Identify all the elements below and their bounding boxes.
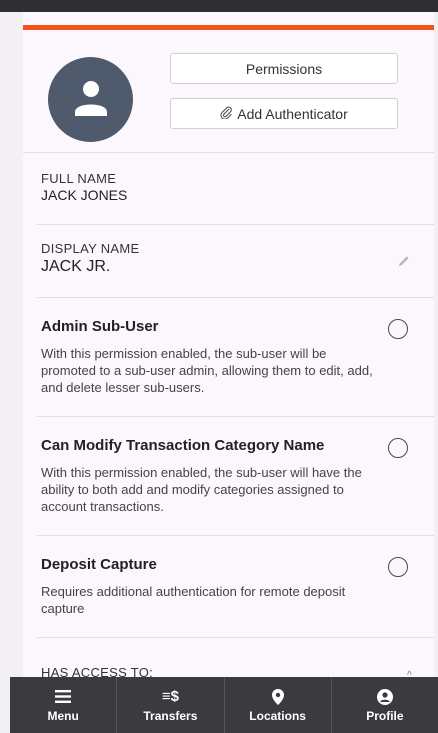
divider: [23, 152, 434, 153]
paperclip-icon: [220, 106, 233, 122]
permission-title: Deposit Capture: [41, 556, 157, 573]
nav-item-profile[interactable]: Profile: [332, 677, 438, 733]
add-authenticator-label: Add Authenticator: [237, 105, 348, 122]
nav-label: Profile: [366, 708, 404, 723]
divider: [37, 224, 434, 225]
divider: [37, 637, 434, 638]
menu-icon: [55, 688, 72, 706]
divider: [37, 535, 434, 536]
nav-item-transfers[interactable]: ≡$ Transfers: [117, 677, 225, 733]
permission-toggle-radio[interactable]: [388, 438, 408, 458]
full-name-value: JACK JONES: [41, 187, 128, 203]
permission-title: Can Modify Transaction Category Name: [41, 437, 325, 454]
permission-description: With this permission enabled, the sub-us…: [41, 465, 362, 514]
edit-pencil-icon[interactable]: [397, 254, 411, 273]
divider: [37, 297, 434, 298]
permission-toggle-radio[interactable]: [388, 557, 408, 577]
display-name-value: JACK JR.: [41, 258, 111, 275]
permissions-button[interactable]: Permissions: [170, 53, 398, 84]
chevron-up-icon[interactable]: ^: [407, 670, 412, 677]
display-name-label: DISPLAY NAME: [41, 241, 140, 256]
location-pin-icon: [271, 688, 284, 706]
add-authenticator-button[interactable]: Add Authenticator: [170, 98, 398, 129]
access-section-label: HAS ACCESS TO:: [41, 665, 154, 677]
bottom-nav: Menu ≡$ Transfers Locations Profile: [10, 677, 438, 733]
avatar: [48, 57, 133, 142]
full-name-label: FULL NAME: [41, 171, 117, 186]
nav-item-menu[interactable]: Menu: [10, 677, 118, 733]
nav-label: Locations: [249, 708, 306, 723]
permission-title: Admin Sub-User: [41, 318, 159, 335]
nav-item-locations[interactable]: Locations: [225, 677, 332, 733]
permission-toggle-radio[interactable]: [388, 319, 408, 339]
user-icon: [75, 81, 107, 116]
top-status-bar: [0, 0, 438, 12]
divider: [37, 416, 434, 417]
nav-label: Transfers: [143, 708, 198, 723]
nav-label: Menu: [47, 708, 79, 723]
profile-icon: [376, 688, 393, 706]
permission-description: With this permission enabled, the sub-us…: [41, 346, 373, 395]
accent-stripe: [23, 25, 434, 30]
transfers-icon: ≡$: [161, 688, 179, 705]
user-profile-panel: Permissions Add Authenticator FULL NAME …: [23, 12, 434, 677]
permission-description: Requires additional authentication for r…: [41, 584, 346, 616]
permissions-button-label: Permissions: [245, 60, 323, 77]
